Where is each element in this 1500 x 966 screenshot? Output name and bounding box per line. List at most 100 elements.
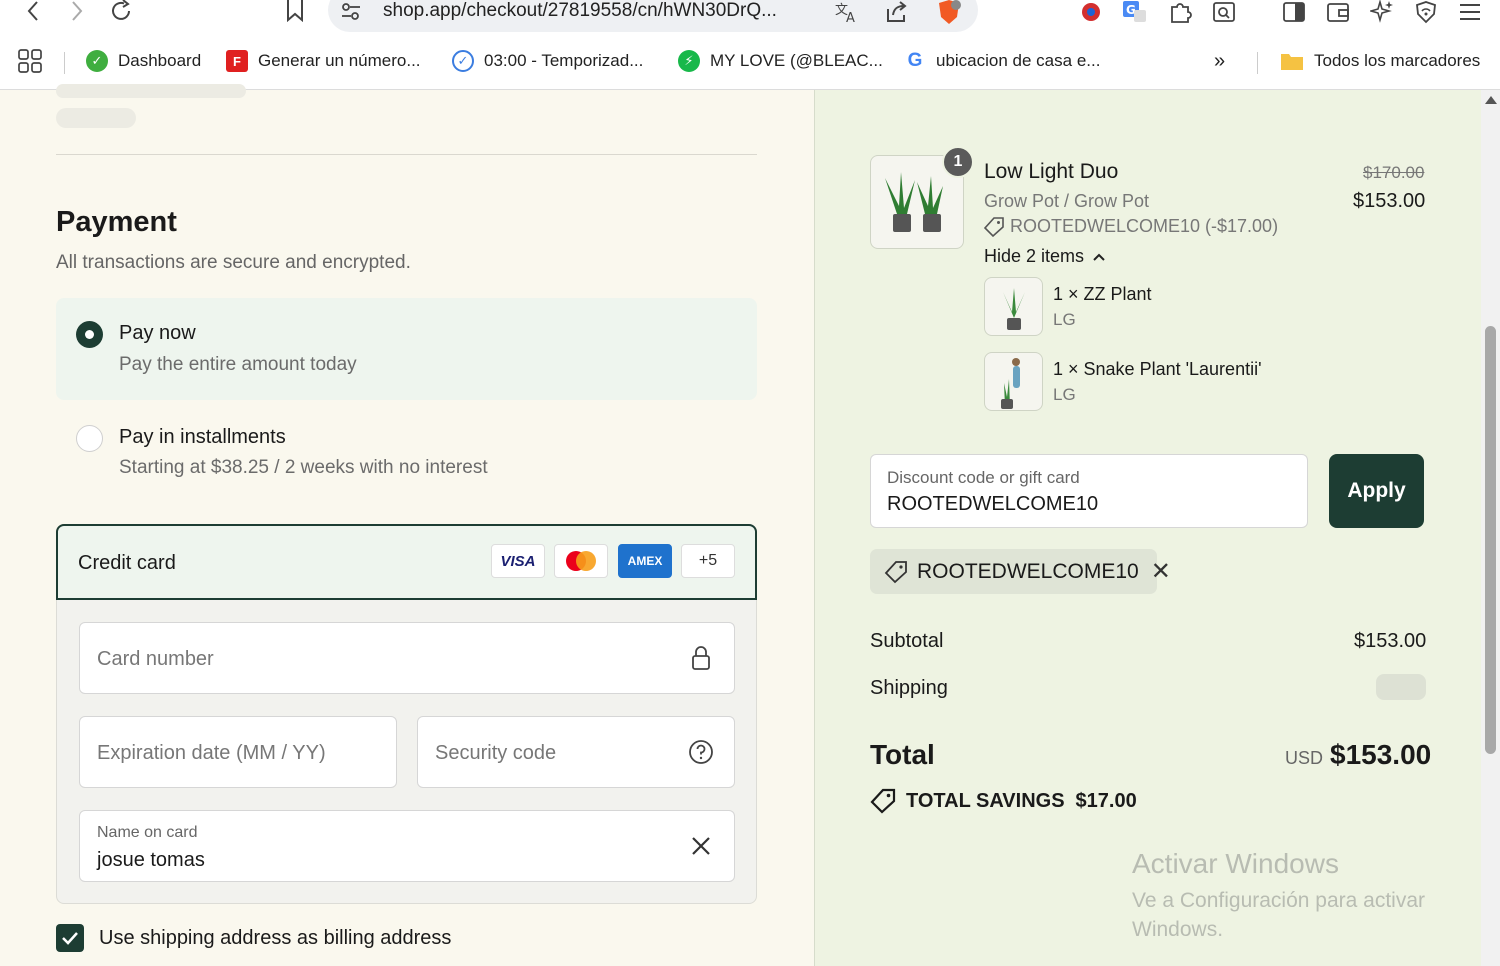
applied-discount-code: ROOTEDWELCOME10 xyxy=(917,559,1139,583)
wallet-icon[interactable] xyxy=(1325,0,1351,24)
expiration-date-field[interactable]: Expiration date (MM / YY) xyxy=(79,716,397,788)
apps-grid-icon[interactable] xyxy=(18,48,42,74)
all-bookmarks-folder[interactable]: Todos los marcadores xyxy=(1280,48,1480,74)
applied-discount-chip: ROOTEDWELCOME10 ✕ xyxy=(870,549,1171,594)
snake-plant-illustration xyxy=(1001,358,1020,409)
timer-favicon-icon: ✓ xyxy=(452,50,474,72)
bookmarks-separator xyxy=(1257,52,1258,74)
original-price: $170.00 xyxy=(1363,163,1425,182)
payment-heading: Payment xyxy=(56,206,177,238)
url-text[interactable]: shop.app/checkout/27819558/cn/hWN30DrQ..… xyxy=(383,0,777,22)
subtotal-value: $153.00 xyxy=(1354,630,1427,652)
credit-card-title: Credit card xyxy=(78,552,176,574)
extensions-puzzle-icon[interactable] xyxy=(1167,0,1193,24)
credit-card-option[interactable]: Credit card VISA AMEX +5 xyxy=(56,524,757,600)
security-code-field[interactable]: Security code xyxy=(417,716,735,788)
payment-security-note: All transactions are secure and encrypte… xyxy=(56,252,411,273)
product-discount-line: ROOTEDWELCOME10 (-$17.00) xyxy=(984,216,1278,237)
item-zz-plant-size: LG xyxy=(1053,310,1076,329)
bookmark-dashboard[interactable]: ✓ Dashboard xyxy=(86,48,201,74)
visa-logo: VISA xyxy=(491,544,545,578)
product-title: Low Light Duo xyxy=(984,160,1119,183)
billing-address-option[interactable]: Use shipping address as billing address xyxy=(56,924,451,952)
pay-now-radio[interactable] xyxy=(76,321,103,348)
snake-plant-image xyxy=(984,352,1043,411)
zz-plant-illustration xyxy=(1003,288,1025,330)
quantity-badge: 1 xyxy=(942,146,974,178)
zz-plant-image xyxy=(984,277,1043,336)
item-zz-plant-name: 1 × ZZ Plant xyxy=(1053,284,1152,304)
scrollbar-thumb[interactable] xyxy=(1485,326,1496,754)
bookmark-icon[interactable] xyxy=(280,0,310,22)
chevron-up-icon xyxy=(1092,252,1106,262)
payment-pane: Payment All transactions are secure and … xyxy=(0,84,814,966)
total-label: Total xyxy=(870,739,935,770)
forward-icon[interactable] xyxy=(62,0,92,22)
mastercard-logo xyxy=(554,544,608,578)
card-number-field[interactable]: Card number xyxy=(79,622,735,694)
expiration-placeholder: Expiration date (MM / YY) xyxy=(97,742,326,764)
menu-icon[interactable] xyxy=(1457,0,1483,24)
total-value: $153.00 xyxy=(1330,739,1432,770)
remove-discount-close-icon[interactable]: ✕ xyxy=(1151,557,1171,586)
shipping-label: Shipping xyxy=(870,677,948,699)
bookmark-generar-numero[interactable]: F Generar un número... xyxy=(226,48,421,74)
translate-icon[interactable]: 文A xyxy=(834,0,860,24)
brave-shield-icon[interactable] xyxy=(936,0,962,24)
pay-now-title: Pay now xyxy=(119,322,196,344)
credit-card-section: Credit card VISA AMEX +5 Card number Exp… xyxy=(56,524,757,904)
billing-checkbox[interactable] xyxy=(56,924,84,952)
pay-installments-title: Pay in installments xyxy=(119,426,286,448)
clear-close-icon[interactable] xyxy=(688,833,714,859)
pay-installments-option[interactable]: Pay in installments Starting at $38.25 /… xyxy=(56,408,757,498)
subtotal-label: Subtotal xyxy=(870,630,944,652)
tag-icon xyxy=(984,216,1004,237)
f-favicon-icon: F xyxy=(226,50,248,72)
leo-ai-icon[interactable] xyxy=(1369,0,1395,24)
browser-toolbar: shop.app/checkout/27819558/cn/hWN30DrQ..… xyxy=(0,0,1500,40)
name-on-card-field[interactable]: Name on card josue tomas xyxy=(79,810,735,882)
google-favicon-icon: G xyxy=(904,50,926,72)
page-scrollbar[interactable] xyxy=(1481,90,1500,966)
sidebar-icon[interactable] xyxy=(1281,0,1307,24)
product-variant: Grow Pot / Grow Pot xyxy=(984,191,1150,211)
reload-icon[interactable] xyxy=(106,0,136,22)
loading-skeleton xyxy=(56,108,136,128)
lock-icon xyxy=(688,645,714,671)
bolt-favicon-icon: ⚡ xyxy=(678,50,700,72)
bookmark-ubicacion[interactable]: G ubicacion de casa e... xyxy=(904,48,1100,74)
bookmarks-bar: ✓ Dashboard F Generar un número... ✓ 03:… xyxy=(0,40,1500,90)
windows-activation-watermark-subtitle: Ve a Configuración para activar Windows. xyxy=(1132,889,1426,941)
product-price: $153.00 xyxy=(1353,190,1426,212)
google-translate-ext-icon[interactable]: G xyxy=(1122,0,1148,24)
site-settings-icon[interactable] xyxy=(338,0,364,24)
discount-field-label: Discount code or gift card xyxy=(887,468,1080,487)
discount-field-value: ROOTEDWELCOME10 xyxy=(887,493,1099,515)
loading-skeleton xyxy=(56,84,246,98)
folder-icon xyxy=(1280,51,1304,71)
extension-bug-icon[interactable] xyxy=(1078,0,1104,24)
security-code-placeholder: Security code xyxy=(435,742,557,764)
back-icon[interactable] xyxy=(18,0,48,22)
help-circle-icon[interactable] xyxy=(688,739,714,765)
savings-label: TOTAL SAVINGS xyxy=(906,789,1065,812)
vpn-shield-icon[interactable] xyxy=(1413,0,1439,24)
pay-installments-subtitle: Starting at $38.25 / 2 weeks with no int… xyxy=(119,457,488,478)
discount-code-field[interactable]: Discount code or gift card ROOTEDWELCOME… xyxy=(870,454,1308,528)
name-on-card-value: josue tomas xyxy=(97,849,205,871)
apply-button[interactable]: Apply xyxy=(1329,454,1424,528)
bookmark-temporizador[interactable]: ✓ 03:00 - Temporizad... xyxy=(452,48,643,74)
hide-items-toggle[interactable]: Hide 2 items xyxy=(984,246,1106,267)
total-currency: USD xyxy=(1285,748,1324,768)
share-icon[interactable] xyxy=(883,0,909,24)
more-bookmarks-button[interactable]: » xyxy=(1214,48,1225,74)
scroll-up-arrow-icon[interactable] xyxy=(1485,96,1497,104)
bookmark-my-love[interactable]: ⚡ MY LOVE (@BLEAC... xyxy=(678,48,883,74)
pay-now-option[interactable]: Pay now Pay the entire amount today xyxy=(56,298,757,400)
page-search-icon[interactable] xyxy=(1211,0,1237,24)
shipping-loading-skeleton xyxy=(1376,674,1426,700)
item-snake-plant-name: 1 × Snake Plant 'Laurentii' xyxy=(1053,359,1262,379)
pay-installments-radio[interactable] xyxy=(76,425,103,452)
item-snake-plant-size: LG xyxy=(1053,385,1076,404)
savings-value: $17.00 xyxy=(1075,789,1137,812)
